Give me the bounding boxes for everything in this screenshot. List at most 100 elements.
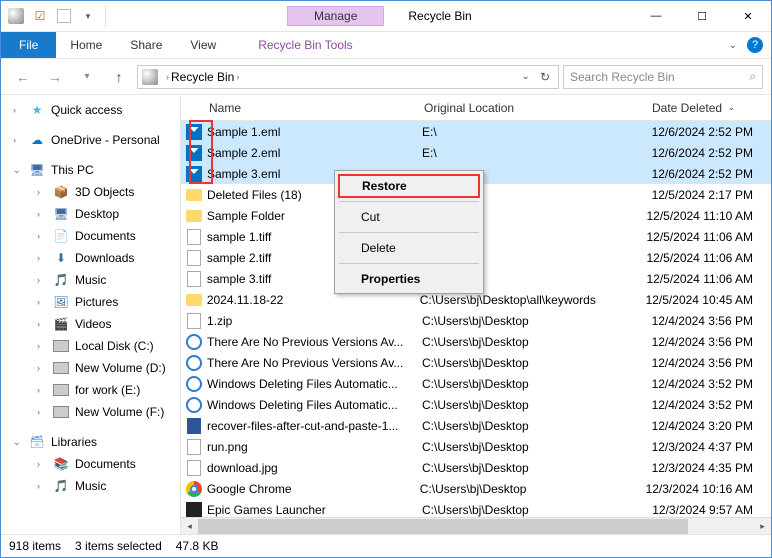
view-tab[interactable]: View	[176, 32, 230, 58]
address-dropdown-icon[interactable]: ⌄	[516, 71, 536, 82]
file-row[interactable]: Windows Deleting Files Automatic...C:\Us…	[181, 373, 771, 394]
chevron-down-icon[interactable]: ⌄	[13, 165, 23, 176]
chevron-right-icon[interactable]: ›	[234, 72, 241, 82]
column-header-name[interactable]: Name	[205, 101, 420, 115]
qat-separator	[105, 5, 113, 27]
sidebar-item-pictures[interactable]: ›🖼Pictures	[1, 291, 180, 313]
file-row[interactable]: Sample 1.emlE:\12/6/2024 2:52 PM	[181, 121, 771, 142]
context-menu-restore[interactable]: Restore	[338, 174, 480, 198]
chevron-right-icon[interactable]: ›	[37, 231, 47, 241]
sidebar-item-quick-access[interactable]: › ★ Quick access	[1, 99, 180, 121]
recent-locations-icon[interactable]: ▾	[73, 63, 101, 91]
file-name: Windows Deleting Files Automatic...	[203, 398, 418, 412]
horizontal-scrollbar[interactable]: ◂ ▸	[181, 517, 771, 534]
column-header-date-deleted[interactable]: Date Deleted ⌄	[648, 101, 771, 115]
sidebar-item-downloads[interactable]: ›⬇Downloads	[1, 247, 180, 269]
sidebar-item-lib-documents[interactable]: ›📚Documents	[1, 453, 180, 475]
search-input[interactable]: Search Recycle Bin ⌕	[563, 65, 763, 89]
address-bar: ← → ▾ ↑ › Recycle Bin › ⌄ ↻ Search Recyc…	[1, 59, 771, 95]
sidebar-item-new-volume-d-[interactable]: ›New Volume (D:)	[1, 357, 180, 379]
chevron-right-icon[interactable]: ›	[13, 105, 23, 115]
qat-blank-icon[interactable]	[53, 5, 75, 27]
status-selected-count: 3 items selected	[75, 539, 162, 553]
back-button[interactable]: ←	[9, 63, 37, 91]
expand-ribbon-icon[interactable]: ⌄	[729, 40, 737, 51]
help-icon[interactable]: ?	[747, 37, 763, 53]
file-type-icon	[181, 439, 203, 455]
file-row[interactable]: Sample 2.emlE:\12/6/2024 2:52 PM	[181, 142, 771, 163]
maximize-button[interactable]: ☐	[679, 1, 725, 32]
file-date-deleted: 12/4/2024 3:52 PM	[646, 377, 771, 391]
breadcrumb-location[interactable]: Recycle Bin	[171, 70, 234, 84]
sidebar-item-documents[interactable]: ›📄Documents	[1, 225, 180, 247]
drive-folder-icon	[53, 360, 69, 376]
chevron-right-icon[interactable]: ›	[164, 72, 171, 82]
chevron-right-icon[interactable]: ›	[37, 253, 47, 263]
chevron-right-icon[interactable]: ›	[37, 407, 47, 417]
chevron-down-icon[interactable]: ⌄	[13, 437, 23, 448]
sidebar-item-new-volume-f-[interactable]: ›New Volume (F:)	[1, 401, 180, 423]
minimize-button[interactable]: —	[633, 1, 679, 32]
file-row[interactable]: run.pngC:\Users\bj\Desktop12/3/2024 4:37…	[181, 436, 771, 457]
home-tab[interactable]: Home	[56, 32, 116, 58]
share-tab[interactable]: Share	[116, 32, 176, 58]
menu-separator	[339, 201, 479, 202]
scroll-right-icon[interactable]: ▸	[754, 518, 771, 535]
qat-dropdown-icon[interactable]: ▾	[77, 5, 99, 27]
context-menu-delete[interactable]: Delete	[337, 236, 481, 260]
chevron-right-icon[interactable]: ›	[37, 297, 47, 307]
file-row[interactable]: Windows Deleting Files Automatic...C:\Us…	[181, 394, 771, 415]
chevron-right-icon[interactable]: ›	[37, 459, 47, 469]
file-name: download.jpg	[203, 461, 418, 475]
sidebar-item-onedrive[interactable]: › ☁ OneDrive - Personal	[1, 129, 180, 151]
sidebar-item-videos[interactable]: ›🎬Videos	[1, 313, 180, 335]
file-date-deleted: 12/4/2024 3:52 PM	[646, 398, 771, 412]
chevron-right-icon[interactable]: ›	[37, 481, 47, 491]
file-row[interactable]: There Are No Previous Versions Av...C:\U…	[181, 331, 771, 352]
context-menu-properties[interactable]: Properties	[337, 267, 481, 291]
file-type-icon	[181, 460, 203, 476]
chevron-right-icon[interactable]: ›	[37, 319, 47, 329]
up-button[interactable]: ↑	[105, 63, 133, 91]
file-row[interactable]: 1.zipC:\Users\bj\Desktop12/4/2024 3:56 P…	[181, 310, 771, 331]
file-type-icon	[181, 271, 203, 287]
search-icon[interactable]: ⌕	[749, 69, 756, 84]
drive-folder-icon: 🖥	[53, 206, 69, 222]
chevron-right-icon[interactable]: ›	[37, 363, 47, 373]
file-type-icon	[181, 502, 203, 518]
context-menu-cut[interactable]: Cut	[337, 205, 481, 229]
chevron-right-icon[interactable]: ›	[37, 341, 47, 351]
file-name: Sample 2.eml	[203, 146, 418, 160]
ribbon: File Home Share View Recycle Bin Tools ⌄…	[1, 32, 771, 59]
recycle-bin-tools-tab[interactable]: Recycle Bin Tools	[244, 32, 367, 58]
scrollbar-thumb[interactable]	[198, 519, 688, 534]
file-tab[interactable]: File	[1, 32, 56, 58]
sidebar-item-desktop[interactable]: ›🖥Desktop	[1, 203, 180, 225]
drive-folder-icon	[53, 338, 69, 354]
chevron-right-icon[interactable]: ›	[37, 275, 47, 285]
qat-properties-icon[interactable]: ☑	[29, 5, 51, 27]
file-row[interactable]: Google ChromeC:\Users\bj\Desktop12/3/202…	[181, 478, 771, 499]
sidebar-item-lib-music[interactable]: ›🎵Music	[1, 475, 180, 497]
chevron-right-icon[interactable]: ›	[37, 385, 47, 395]
sidebar-item-local-disk-c-[interactable]: ›Local Disk (C:)	[1, 335, 180, 357]
file-row[interactable]: recover-files-after-cut-and-paste-1...C:…	[181, 415, 771, 436]
close-button[interactable]: ✕	[725, 1, 771, 32]
chevron-right-icon[interactable]: ›	[37, 209, 47, 219]
chevron-right-icon[interactable]: ›	[37, 187, 47, 197]
file-name: There Are No Previous Versions Av...	[203, 356, 418, 370]
sidebar-item-music[interactable]: ›🎵Music	[1, 269, 180, 291]
sidebar-item-libraries[interactable]: ⌄ 🗃 Libraries	[1, 431, 180, 453]
address-input[interactable]: › Recycle Bin › ⌄ ↻	[137, 65, 559, 89]
chevron-right-icon[interactable]: ›	[13, 135, 23, 145]
file-row[interactable]: download.jpgC:\Users\bj\Desktop12/3/2024…	[181, 457, 771, 478]
file-row[interactable]: There Are No Previous Versions Av...C:\U…	[181, 352, 771, 373]
sidebar-item-3d-objects[interactable]: ›📦3D Objects	[1, 181, 180, 203]
column-header-original-location[interactable]: Original Location	[420, 101, 648, 115]
file-date-deleted: 12/5/2024 11:06 AM	[642, 272, 771, 286]
scroll-left-icon[interactable]: ◂	[181, 518, 198, 535]
sidebar-item-this-pc[interactable]: ⌄ 🖥 This PC	[1, 159, 180, 181]
forward-button[interactable]: →	[41, 63, 69, 91]
refresh-icon[interactable]: ↻	[536, 70, 554, 84]
sidebar-item-for-work-e-[interactable]: ›for work (E:)	[1, 379, 180, 401]
